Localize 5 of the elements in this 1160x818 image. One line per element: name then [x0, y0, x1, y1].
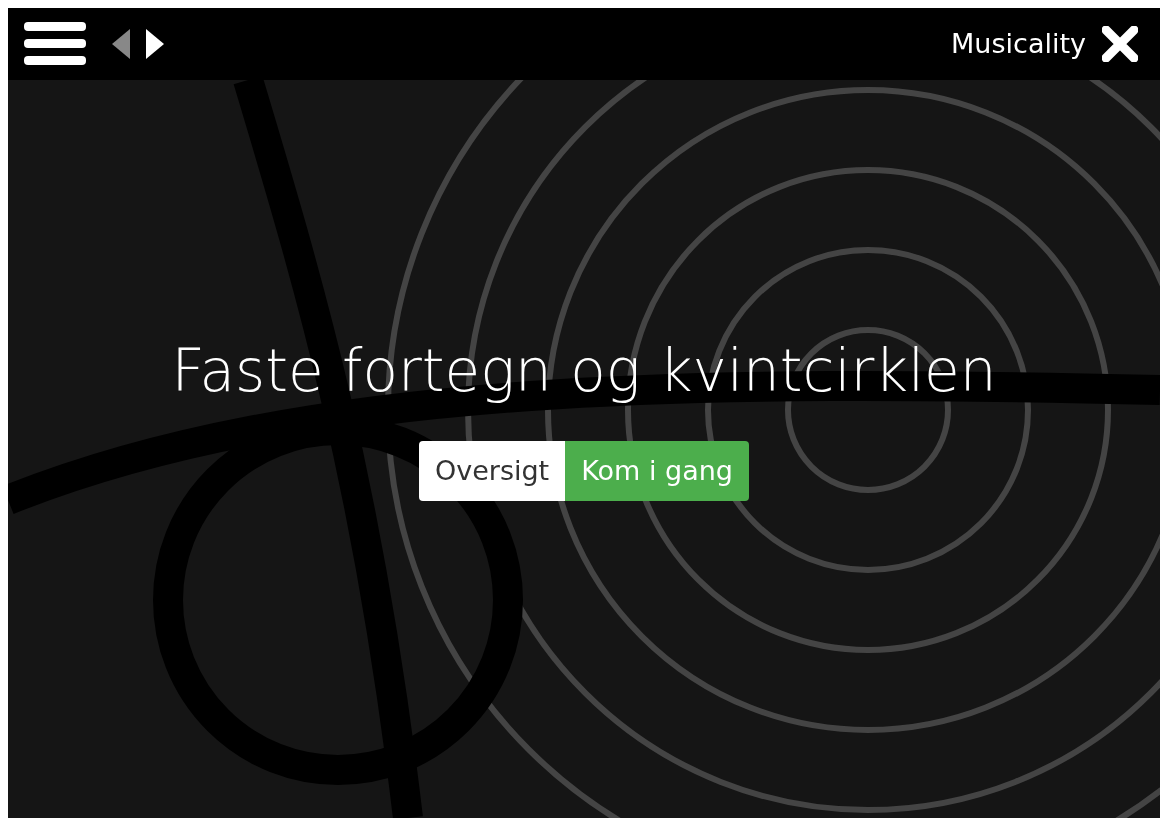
hero-heading: Faste fortegn og kvintcirklen — [171, 336, 997, 407]
menu-icon[interactable] — [24, 20, 86, 68]
overview-button[interactable]: Oversigt — [418, 440, 566, 502]
close-icon[interactable] — [1102, 26, 1138, 62]
app-title: Musicality — [951, 26, 1086, 61]
